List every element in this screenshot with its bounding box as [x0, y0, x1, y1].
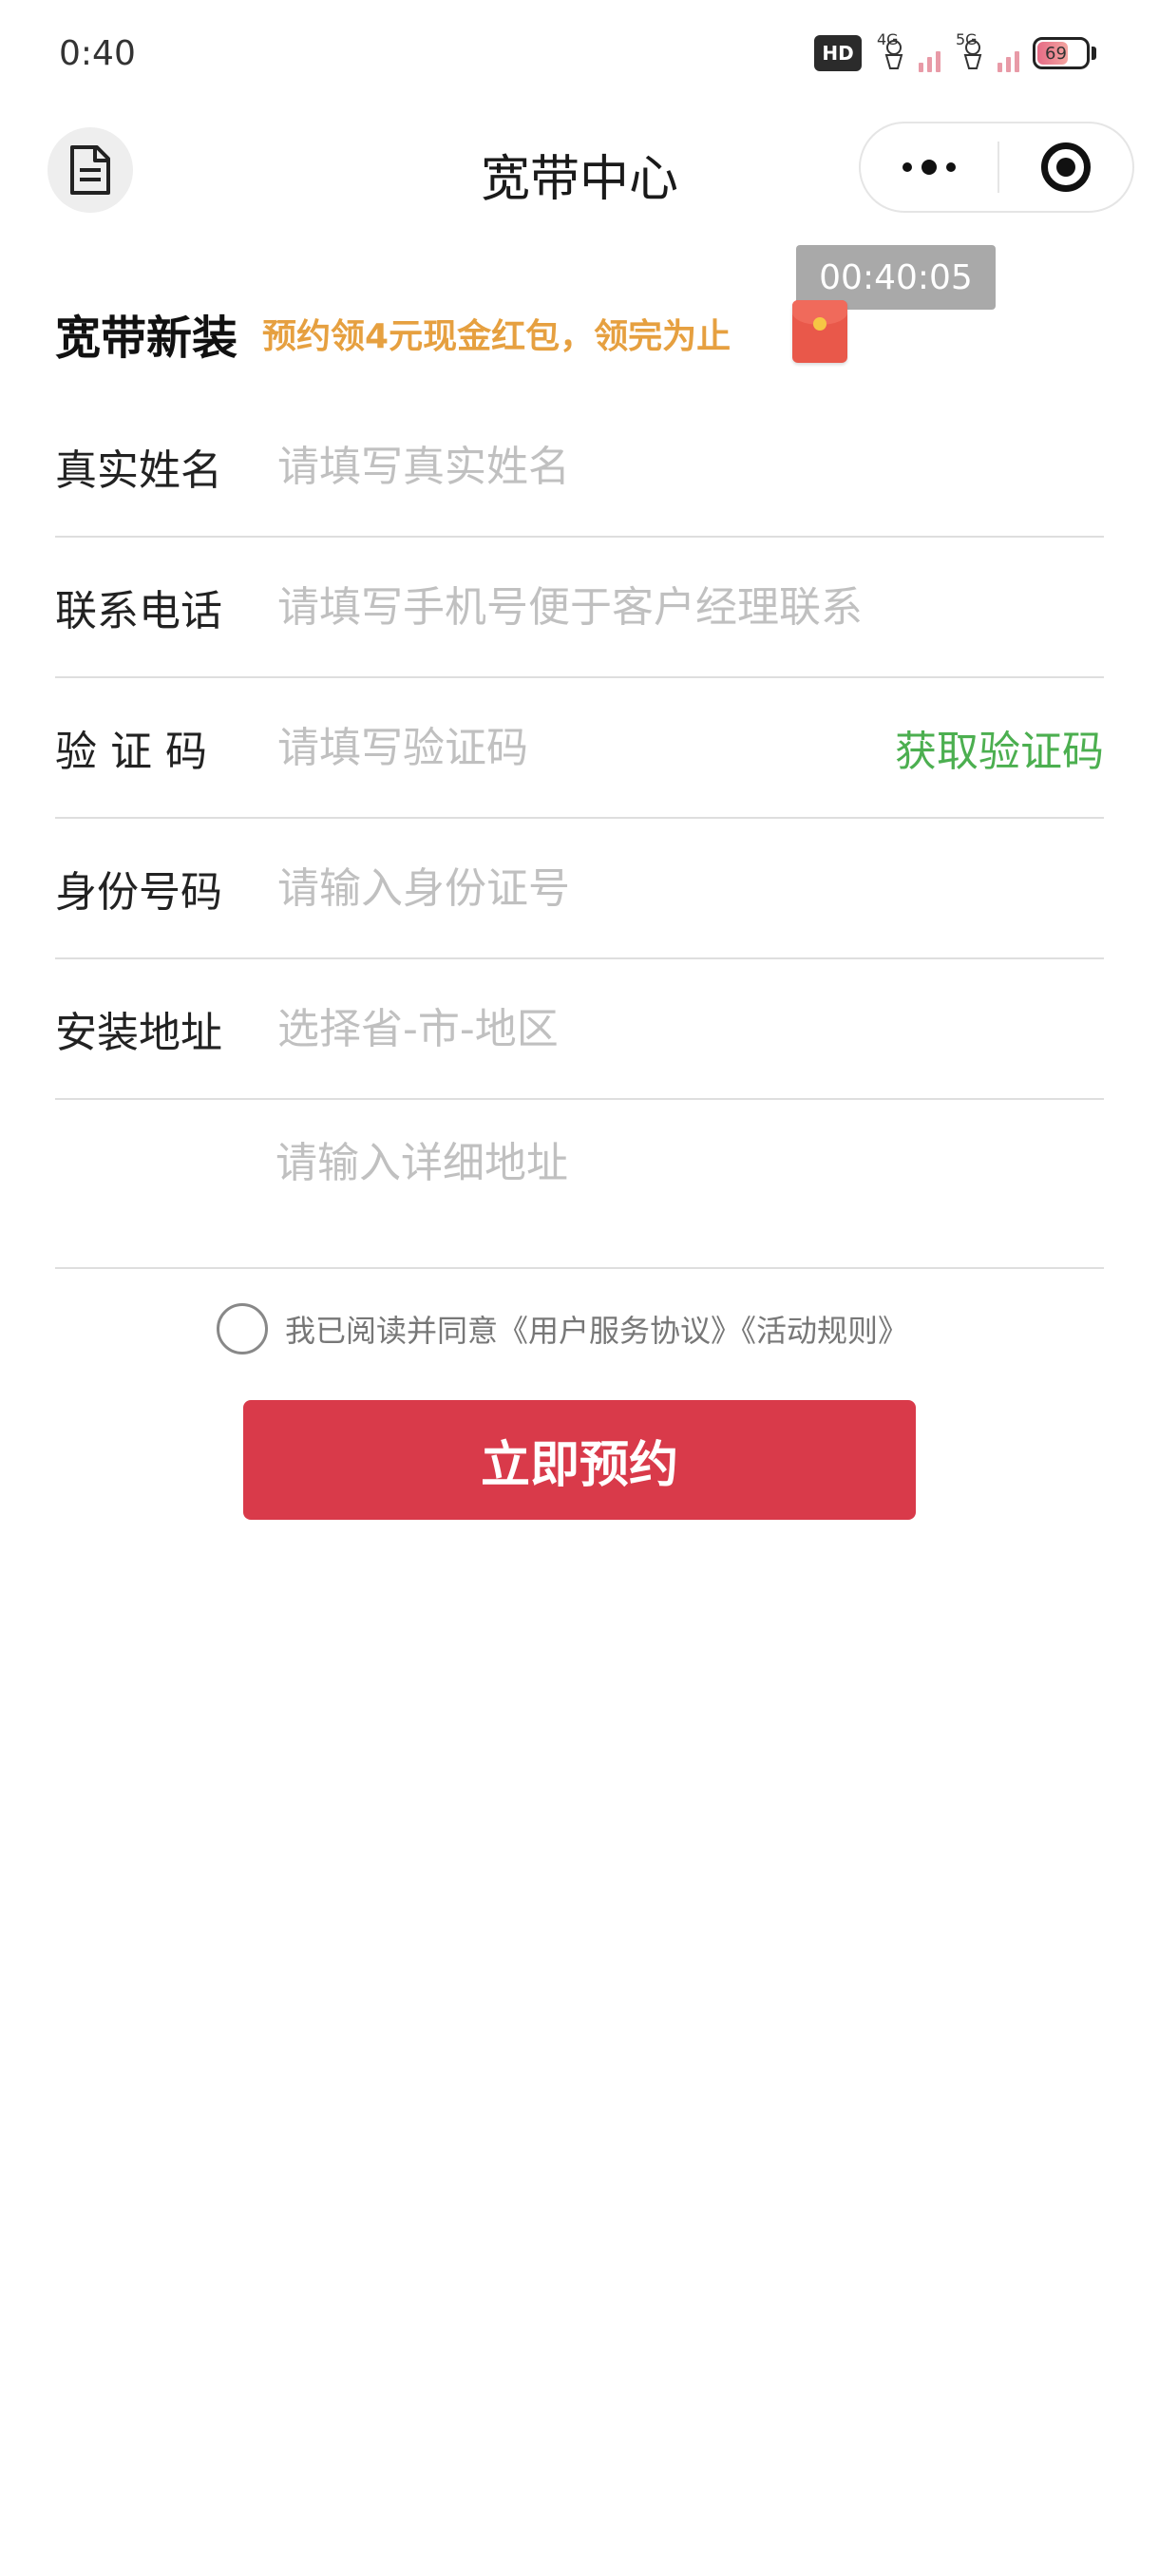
more-button[interactable]: [861, 123, 998, 211]
phone-row: 联系电话: [55, 538, 1104, 678]
address-row: 安装地址: [55, 959, 1104, 1100]
status-icons: HD 4G 5G 69: [814, 30, 1096, 74]
target-icon: [1041, 142, 1091, 192]
agreement-text[interactable]: 我已阅读并同意《用户服务协议》《活动规则》: [285, 1307, 908, 1351]
id-input[interactable]: [277, 863, 1104, 913]
agreement-checkbox[interactable]: [217, 1303, 268, 1354]
code-row: 验 证 码 获取验证码: [55, 678, 1104, 819]
address-detail-row: [55, 1100, 1104, 1269]
hd-voice-icon: HD: [814, 35, 862, 71]
battery-icon: 69: [1033, 37, 1090, 69]
more-dots-icon: [902, 162, 912, 172]
status-time: 0:40: [59, 34, 136, 73]
promo-banner: 宽带新装 预约领4元现金红包，领完为止: [55, 300, 731, 367]
battery-cap: [1092, 47, 1096, 60]
id-row: 身份号码: [55, 819, 1104, 959]
banner-title: 宽带新装: [55, 312, 238, 365]
close-miniapp-button[interactable]: [999, 123, 1132, 211]
network-type-5g: 5G: [956, 30, 978, 48]
signal-5g-icon: 5G: [954, 30, 1019, 72]
nav-bar: 宽带中心: [0, 114, 1159, 228]
address-label: 安装地址: [55, 1009, 222, 1057]
phone-input[interactable]: [277, 582, 1104, 632]
agreement: 我已阅读并同意《用户服务协议》《活动规则》: [217, 1303, 908, 1354]
signal-4g-icon: 4G: [875, 30, 940, 72]
red-packet-icon[interactable]: [792, 300, 847, 363]
region-picker[interactable]: [277, 1004, 1104, 1053]
network-type-4g: 4G: [877, 30, 899, 48]
miniapp-capsule: [859, 122, 1134, 213]
id-label: 身份号码: [55, 868, 222, 917]
name-input[interactable]: [277, 442, 1104, 491]
banner-promo: 预约领4元现金红包，领完为止: [262, 317, 732, 356]
status-bar: 0:40 HD 4G 5G 69: [0, 0, 1159, 104]
code-input[interactable]: [277, 723, 895, 772]
address-detail-input[interactable]: [276, 1128, 1092, 1242]
get-code-button[interactable]: 获取验证码: [895, 717, 1104, 778]
code-label: 验 证 码: [55, 728, 207, 776]
battery-level: 69: [1045, 43, 1067, 64]
submit-button[interactable]: 立即预约: [243, 1400, 916, 1520]
name-row: 真实姓名: [55, 397, 1104, 538]
phone-label: 联系电话: [55, 587, 222, 635]
name-label: 真实姓名: [55, 446, 222, 495]
